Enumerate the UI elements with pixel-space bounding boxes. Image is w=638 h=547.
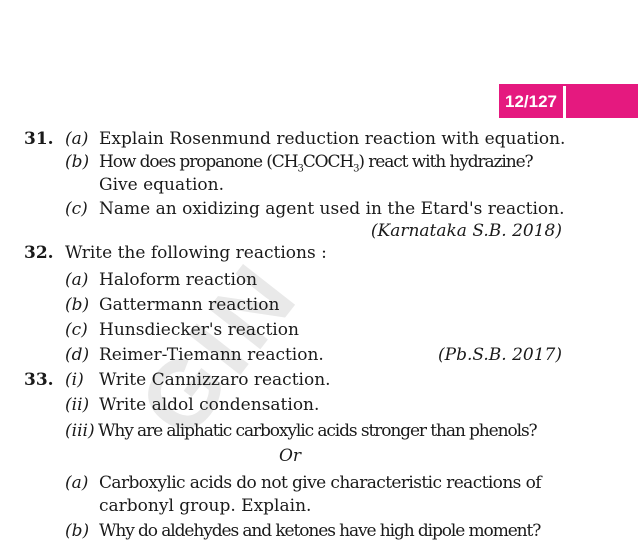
part-text-33a: Carboxylic acids do not give characteris… <box>99 473 542 493</box>
part-text-32d: Reimer-Tiemann reaction. <box>99 345 324 365</box>
part-text-33iii: Why are aliphatic carboxylic acids stron… <box>98 421 538 441</box>
part-text-31b-cont: Give equation. <box>99 175 224 195</box>
part-text-31b-mid: COCH <box>302 152 354 172</box>
question-page: 12/127 GIN 31. (a) Explain Rosenmund red… <box>0 0 638 547</box>
part-label-32b: (b) <box>65 295 90 315</box>
question-number-33: 33. <box>24 370 54 390</box>
page-number-badge: 12/127 <box>499 86 563 118</box>
part-text-31b-end: ) react with hydrazine? <box>358 152 533 172</box>
question-number-31: 31. <box>24 129 54 149</box>
header-color-band <box>566 84 638 118</box>
part-label-33a: (a) <box>65 473 89 493</box>
part-text-31b-start: How does propanone (CH <box>99 152 299 172</box>
source-31: (Karnataka S.B. 2018) <box>370 221 562 241</box>
part-label-32d: (d) <box>65 345 90 365</box>
question-text-32: Write the following reactions : <box>65 243 327 263</box>
part-label-31b: (b) <box>65 152 90 172</box>
part-text-32a: Haloform reaction <box>99 270 258 290</box>
part-text-33ii: Write aldol condensation. <box>99 395 320 415</box>
part-text-31c: Name an oxidizing agent used in the Etar… <box>99 199 565 219</box>
part-text-33i: Write Cannizzaro reaction. <box>99 370 331 390</box>
question-number-32: 32. <box>24 243 54 263</box>
part-label-31c: (c) <box>65 199 88 219</box>
part-label-33ii: (ii) <box>65 395 90 415</box>
part-label-32a: (a) <box>65 270 89 290</box>
part-text-32c: Hunsdiecker's reaction <box>99 320 299 340</box>
part-label-33i: (i) <box>65 370 84 390</box>
source-32: (Pb.S.B. 2017) <box>438 345 562 365</box>
part-text-33b: Why do aldehydes and ketones have high d… <box>99 521 541 541</box>
part-text-31a: Explain Rosenmund reduction reaction wit… <box>99 129 566 149</box>
part-label-33iii: (iii) <box>65 421 95 441</box>
part-text-32b: Gattermann reaction <box>99 295 280 315</box>
part-label-31a: (a) <box>65 129 89 149</box>
part-label-32c: (c) <box>65 320 88 340</box>
part-text-33a-cont: carbonyl group. Explain. <box>99 496 312 516</box>
or-separator: Or <box>279 446 302 466</box>
part-label-33b: (b) <box>65 521 90 541</box>
